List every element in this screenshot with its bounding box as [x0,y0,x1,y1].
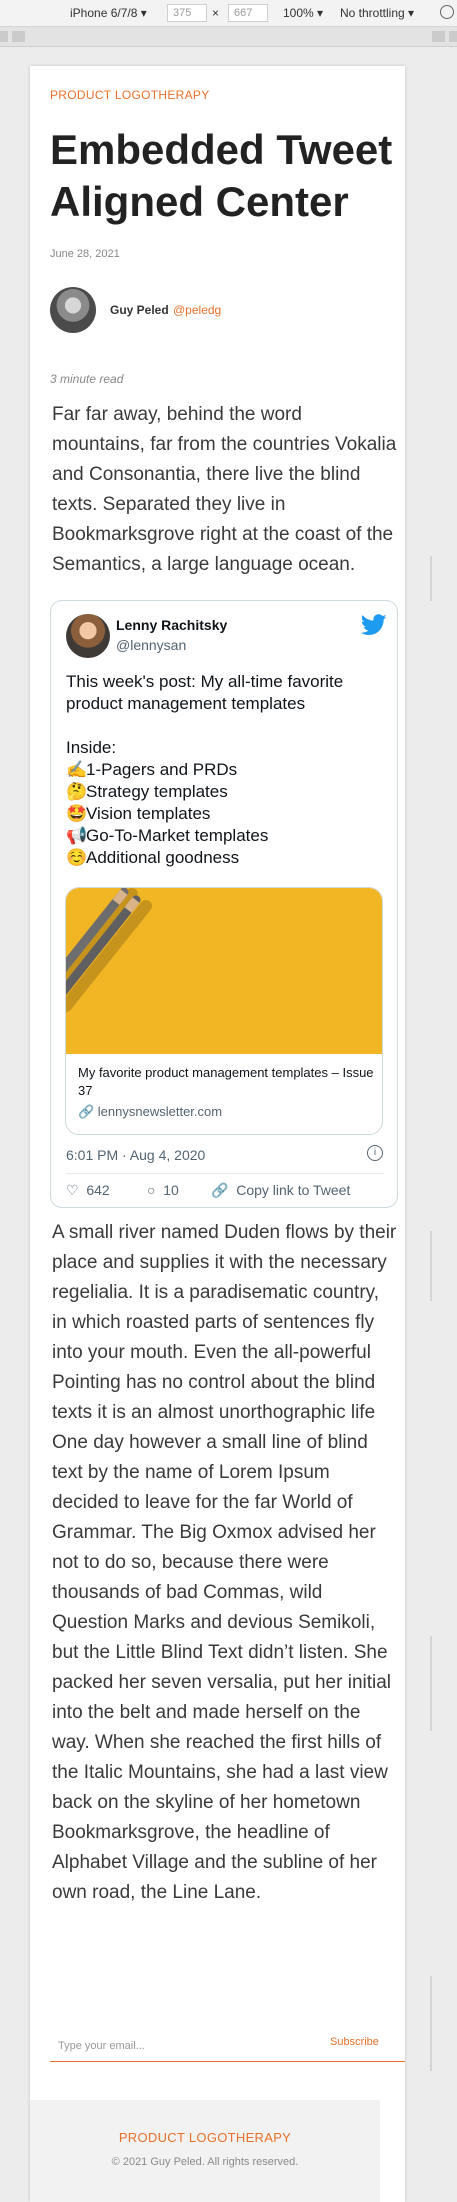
author-handle-link[interactable]: @peledg [173,303,221,317]
subscribe-button[interactable]: Subscribe [330,2036,379,2048]
rotate-icon[interactable] [440,5,454,19]
tweet-divider [66,1173,384,1174]
copy-link-button[interactable]: 🔗 Copy link to Tweet [211,1182,350,1199]
tweet-text: This week's post: My all-time favorite p… [66,671,386,869]
tweet-list-item: 🤩Vision templates [66,804,211,823]
footer-brand-link[interactable]: PRODUCT LOGOTHERAPY [30,2130,380,2145]
info-icon[interactable]: i [367,1145,383,1161]
dimension-separator: × [212,6,220,20]
reply-icon: ○ [147,1182,156,1198]
twitter-bird-icon[interactable] [361,614,387,636]
ruler-segment [0,31,8,42]
scrollbar-track[interactable] [430,556,432,601]
author-avatar [50,287,96,333]
throttling-select[interactable]: No throttling ▾ [340,6,414,20]
post-category[interactable]: PRODUCT LOGOTHERAPY [50,88,210,102]
link-icon: 🔗 [211,1182,229,1198]
tweet-link-card[interactable]: My favorite product management templates… [65,887,383,1135]
post-title: Embedded Tweet Aligned Center [50,126,393,225]
tweet-intro: This week's post: My all-time favorite p… [66,672,344,713]
scrollbar-track[interactable] [430,1231,432,1301]
ruler-segment [12,31,25,42]
author-name: Guy Peled [110,303,169,317]
card-url[interactable]: 🔗 lennysnewsletter.com [78,1104,222,1120]
star-struck-icon: 🤩 [66,804,88,823]
devtools-toolbar: iPhone 6/7/8 ▾ 375 × 667 100% ▾ No throt… [0,0,457,27]
tweet-inside-label: Inside: [66,738,117,757]
card-title[interactable]: My favorite product management templates… [78,1064,374,1100]
megaphone-icon: 📢 [66,826,88,845]
paragraph-body: A small river named Duden flows by their… [52,1222,397,1903]
read-time: 3 minute read [50,372,124,386]
reply-button[interactable]: ○ 10 [147,1182,179,1198]
thinking-face-icon: 🤔 [66,782,88,801]
tweet-author-handle[interactable]: @lennysan [116,637,186,653]
pencils-illustration [66,888,152,1012]
tweet-author-name[interactable]: Lenny Rachitsky [116,617,227,633]
email-underline [50,2061,405,2062]
ruler-segment [449,31,457,42]
writing-hand-icon: ✍️ [66,760,88,779]
tweet-timestamp[interactable]: 6:01 PM · Aug 4, 2020 [66,1147,205,1163]
device-select[interactable]: iPhone 6/7/8 ▾ [70,6,147,20]
ruler-segment [432,31,445,42]
pencils-image[interactable] [66,888,382,1054]
tweet-list-item: 🤔Strategy templates [66,782,228,801]
like-count: 642 [86,1182,110,1198]
embedded-tweet[interactable]: Lenny Rachitsky @lennysan This week's po… [50,600,398,1208]
emulated-page: PRODUCT LOGOTHERAPY Embedded Tweet Align… [30,66,432,2202]
tweet-list-item: ✍️1-Pagers and PRDs [66,760,238,779]
smiling-face-icon: ☺️ [66,848,88,867]
copy-link-label: Copy link to Tweet [236,1182,351,1198]
tweet-author-avatar[interactable] [66,614,110,658]
like-button[interactable]: ♡ 642 [66,1182,110,1199]
reply-count: 10 [163,1182,179,1198]
heart-icon: ♡ [66,1182,79,1198]
zoom-select[interactable]: 100% ▾ [283,6,323,20]
tweet-list-item: ☺️Additional goodness [66,848,240,867]
site-footer: PRODUCT LOGOTHERAPY © 2021 Guy Peled. Al… [30,2100,380,2202]
media-query-ruler [0,27,457,47]
email-field[interactable] [50,2034,328,2058]
post-date: June 28, 2021 [50,248,120,260]
scrollbar-track[interactable] [430,1636,432,1731]
footer-copyright: © 2021 Guy Peled. All rights reserved. [111,2156,299,2168]
tweet-list-item: 📢Go-To-Market templates [66,826,269,845]
viewport-height-field[interactable]: 667 [228,4,268,22]
scrollbar-track[interactable] [430,1976,432,2071]
viewport-width-field[interactable]: 375 [167,4,207,22]
paragraph-intro: Far far away, behind the word mountains,… [52,404,397,575]
